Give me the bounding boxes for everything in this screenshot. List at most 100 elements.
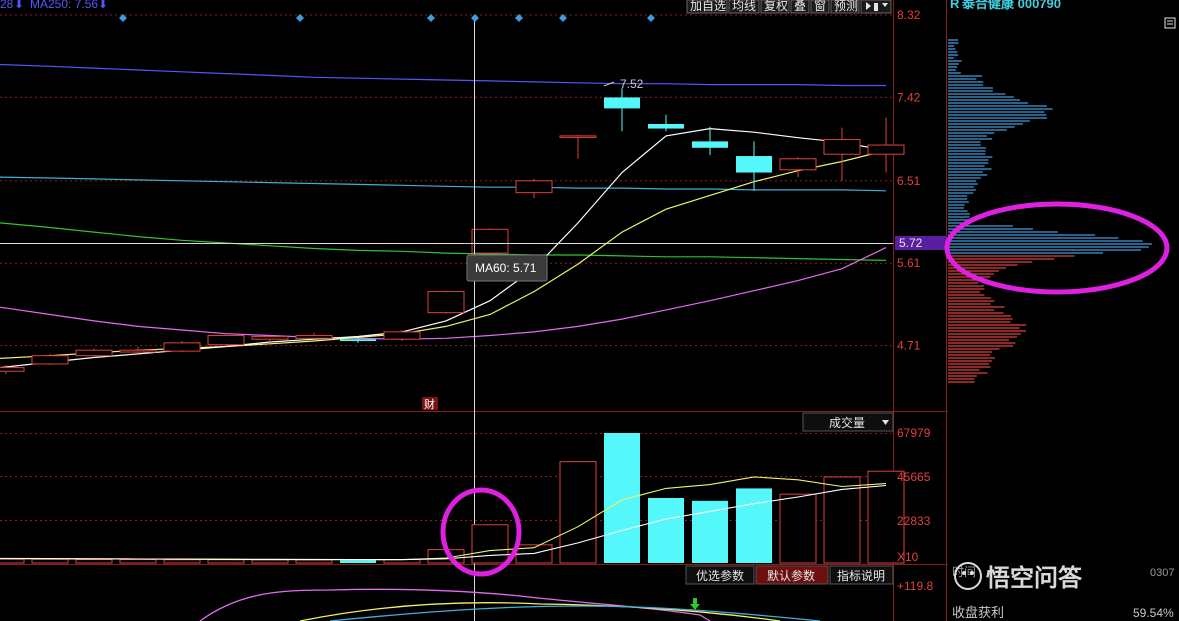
- info-diamond-icon: [427, 14, 435, 22]
- panel-icon: [874, 3, 878, 11]
- volume-bar: [340, 560, 376, 563]
- tooltip-text: MA60: 5.71: [475, 261, 537, 275]
- toolbar-label-0: 加自选: [690, 0, 726, 13]
- candle: [471, 228, 509, 255]
- stock-name: 泰合健康 000790: [961, 0, 1061, 11]
- arrow-down-icon: ⬇: [14, 0, 24, 11]
- svg-text:优选参数: 优选参数: [696, 568, 744, 583]
- toolbar-button-5[interactable]: 预测: [830, 0, 860, 14]
- toolbar-label-1: 均线: [732, 0, 756, 13]
- price-tick-label: 4.71: [897, 339, 921, 353]
- profit-value: 59.54%: [1133, 606, 1174, 620]
- peak-label: 7.52: [620, 77, 644, 91]
- candle: [163, 341, 201, 353]
- toolbar-label-2: 复权: [764, 0, 788, 13]
- stock-prefix: R: [950, 0, 960, 11]
- volume-bar: [692, 500, 728, 563]
- ma60-tooltip: MA60: 5.71: [466, 254, 548, 282]
- volume-bar: [207, 559, 245, 564]
- svg-text:默认参数: 默认参数: [767, 568, 815, 583]
- price-axis: 8.32 7.42 6.51 5.61 4.71: [897, 8, 921, 353]
- profit-label: 收盘获利: [952, 605, 1004, 620]
- price-tick-label: 5.61: [897, 256, 921, 270]
- ma120-line: [0, 176, 887, 192]
- info-diamond-icon: [647, 14, 655, 22]
- toolbar-label-3: 叠: [794, 0, 806, 13]
- current-price-label: 5.72: [899, 236, 923, 250]
- volume-bar: [736, 488, 772, 563]
- vol-axis-unit: X10: [897, 550, 919, 564]
- volume-bar: [163, 559, 201, 564]
- screenshot-icon[interactable]: [1164, 17, 1176, 29]
- highlight-ellipse-chips: [944, 201, 1170, 295]
- current-price-tag: 5.72: [895, 236, 947, 250]
- price-tick-label: 7.42: [897, 90, 921, 104]
- chart-toolbar: 加自选 均线 复权叠窗预测: [686, 0, 860, 14]
- tab-default-params[interactable]: 默认参数: [755, 565, 829, 585]
- watermark-text: 悟空问答: [986, 564, 1083, 592]
- indicator-value: +119.8: [897, 579, 933, 593]
- stock-header: R 泰合健康 000790: [950, 0, 1061, 11]
- toolbar-button-4[interactable]: 窗: [810, 0, 830, 14]
- ma-legend: 28 ⬇ MA250: 7.56 ⬇: [0, 0, 108, 11]
- candle: [383, 330, 421, 342]
- candle: [31, 353, 69, 365]
- candle: [295, 332, 333, 340]
- candle: [427, 290, 465, 314]
- toolbar-button-1[interactable]: 均线: [728, 0, 760, 14]
- volume-bars: [0, 433, 905, 564]
- candle: [736, 141, 772, 191]
- ma250-legend: MA250: 7.56: [30, 0, 98, 11]
- tab-preferred-params[interactable]: 优选参数: [685, 565, 755, 585]
- arrow-down-icon: ⬇: [98, 0, 108, 11]
- volume-bar: [604, 433, 640, 563]
- arrow-down-icon: [690, 598, 700, 610]
- indicator-panel: +119.8: [199, 579, 933, 621]
- svg-text:指标说明: 指标说明: [837, 568, 885, 583]
- toolbar-label-4: 窗: [814, 0, 826, 13]
- volume-bar: [295, 559, 333, 564]
- vol-axis-max: 67979: [897, 426, 931, 440]
- price-tick-label: 8.32: [897, 8, 921, 22]
- financial-report-marker[interactable]: 财: [422, 397, 438, 411]
- volume-bar: [648, 497, 684, 563]
- svg-text:财: 财: [424, 397, 435, 411]
- kline-screen: 28 ⬇ MA250: 7.56 ⬇ 加自选 均线 复权叠窗预测 8.32 7.42 6…: [0, 0, 1176, 621]
- candle: [75, 348, 113, 358]
- volume-selector[interactable]: 成交量: [802, 412, 894, 432]
- volume-bar: [0, 558, 25, 564]
- volume-title: 成交量: [829, 415, 865, 430]
- toolbar-button-3[interactable]: 叠: [790, 0, 810, 14]
- ma60-line: [0, 222, 887, 261]
- candle: [823, 127, 861, 181]
- candlesticks: [0, 88, 905, 375]
- volume-bar: [779, 493, 817, 564]
- ma250-line: [0, 63, 886, 87]
- info-diamond-icon: [296, 14, 304, 22]
- volume-bar: [31, 558, 69, 564]
- candle: [207, 333, 245, 347]
- candle: [559, 134, 597, 159]
- tab-indicator-help[interactable]: 指标说明: [829, 565, 894, 585]
- ma-prev-value: 28: [0, 0, 14, 11]
- toolbar-button-2[interactable]: 复权: [760, 0, 790, 14]
- price-tick-label: 6.51: [897, 174, 921, 188]
- toolbar-label-5: 预测: [834, 0, 858, 13]
- peak-annotation: 7.52: [603, 77, 644, 91]
- vol-axis-low: 22833: [897, 514, 931, 528]
- candle: [648, 114, 684, 132]
- toolbar-button-0[interactable]: 加自选: [686, 0, 728, 14]
- ma10-line: [0, 149, 887, 359]
- candle: [867, 117, 905, 173]
- price-ma-lines: [0, 63, 887, 369]
- candle: [604, 88, 640, 132]
- candle: [515, 178, 553, 199]
- info-diamond-icon: [471, 14, 479, 22]
- volume-bar: [119, 559, 157, 564]
- vol-axis-mid: 45665: [897, 470, 931, 484]
- volume-bar: [251, 559, 289, 564]
- toolbar-menu-button[interactable]: [860, 0, 892, 14]
- volume-bar: [559, 461, 597, 564]
- volume-bar: [75, 559, 113, 564]
- code-fragment: 0307: [1150, 567, 1174, 579]
